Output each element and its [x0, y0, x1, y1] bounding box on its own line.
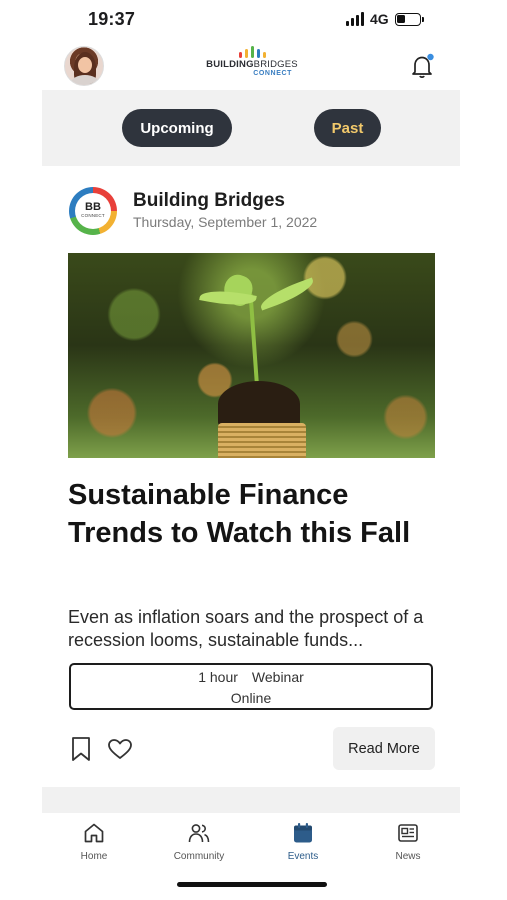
community-icon: [188, 824, 210, 843]
plant-stem: [248, 292, 260, 394]
organizer-logo-subtext: CONNECT: [81, 213, 105, 218]
past-tab-button[interactable]: Past: [314, 109, 381, 147]
bell-icon[interactable]: [410, 52, 436, 80]
home-indicator[interactable]: [177, 882, 327, 887]
tab-news[interactable]: News: [363, 821, 453, 862]
status-time: 19:37: [88, 9, 136, 29]
status-indicators: 4G: [346, 11, 424, 27]
event-details-box: 1 hour Webinar Online: [69, 663, 433, 710]
avatar-face: [78, 57, 92, 73]
calendar-icon: [294, 823, 312, 843]
logo-subtext: CONNECT: [253, 70, 292, 77]
tab-label-news: News: [395, 851, 421, 862]
logo-text-bold: BUILDING: [206, 59, 254, 70]
app-header: BUILDINGBRIDGES CONNECT: [42, 42, 460, 90]
event-image[interactable]: [68, 253, 435, 458]
coin-stack: [218, 423, 306, 458]
event-date: Thursday, September 1, 2022: [133, 214, 318, 230]
organizer-logo: BB CONNECT: [69, 187, 117, 235]
event-title[interactable]: Sustainable Finance Trends to Watch this…: [68, 476, 448, 552]
home-icon: [84, 823, 104, 843]
organizer-logo-inner: BB CONNECT: [75, 193, 111, 229]
cellular-signal-icon: [346, 12, 364, 26]
tab-label-events: Events: [287, 851, 319, 862]
event-type: Webinar: [251, 669, 304, 685]
battery-level: [397, 15, 405, 23]
logo-wordmark: BUILDINGBRIDGES: [204, 59, 300, 70]
event-filter-toggle: Upcoming Past: [42, 90, 460, 166]
bookmark-icon[interactable]: [70, 736, 92, 762]
event-duration: 1 hour: [198, 669, 238, 685]
event-duration-type: 1 hour Webinar: [71, 669, 431, 686]
newspaper-icon: [398, 824, 418, 842]
heart-icon[interactable]: [107, 738, 133, 760]
logo-text-light: BRIDGES: [253, 59, 298, 70]
logo-bars-icon: [204, 46, 300, 58]
read-more-button[interactable]: Read More: [333, 727, 435, 770]
plant-leaf: [257, 277, 317, 311]
tab-label-home: Home: [80, 851, 108, 862]
network-type: 4G: [370, 11, 389, 27]
app-logo: BUILDINGBRIDGES CONNECT: [204, 46, 300, 84]
tab-community[interactable]: Community: [154, 821, 244, 862]
organizer-name: Building Bridges: [133, 190, 285, 211]
tab-home[interactable]: Home: [49, 821, 139, 862]
tab-label-community: Community: [173, 851, 225, 862]
battery-icon: [394, 12, 424, 26]
avatar[interactable]: [64, 46, 104, 86]
event-location: Online: [230, 690, 272, 706]
event-description: Even as inflation soars and the prospect…: [68, 607, 424, 650]
avatar-body: [71, 75, 99, 85]
upcoming-tab-button[interactable]: Upcoming: [122, 109, 232, 147]
plant-soil: [218, 381, 300, 427]
next-event-card-peek: [42, 787, 460, 813]
tab-events[interactable]: Events: [258, 821, 348, 862]
event-organizer: BB CONNECT Building Bridges Thursday, Se…: [69, 187, 449, 235]
organizer-logo-text: BB: [85, 201, 101, 213]
status-bar: 19:37 4G: [0, 0, 507, 40]
